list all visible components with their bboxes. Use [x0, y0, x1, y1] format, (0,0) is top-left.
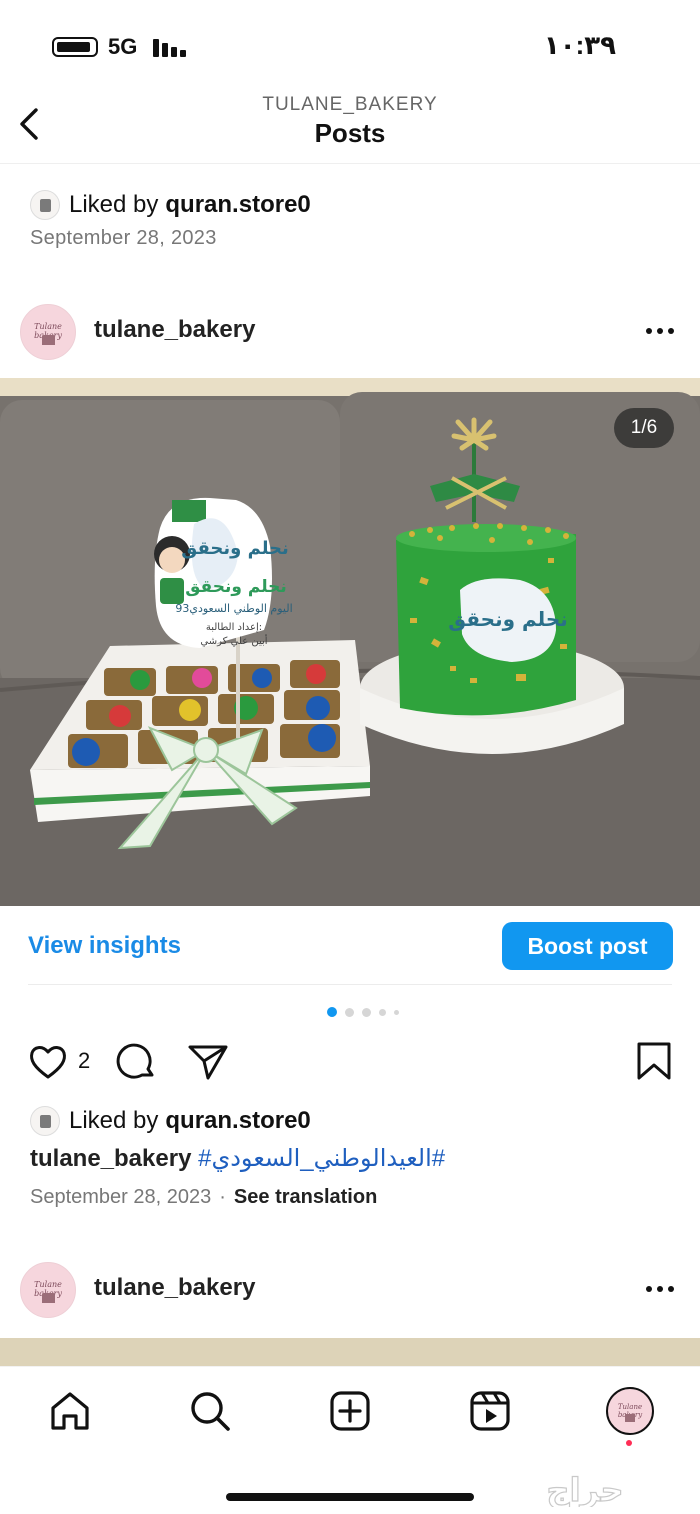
liked-by-user[interactable]: quran.store0: [165, 191, 310, 219]
liker-avatar[interactable]: [30, 1106, 60, 1136]
liked-by[interactable]: Liked by quran.store0: [30, 1104, 311, 1138]
sign-credit-text-2: أبين علي كرشي: [200, 634, 267, 647]
carousel-dot: [394, 1009, 399, 1015]
next-post-username[interactable]: tulane_bakery: [94, 1274, 255, 1302]
avatar[interactable]: Tulane bakery: [20, 1262, 76, 1318]
save-icon[interactable]: [632, 1040, 676, 1084]
liked-by-user[interactable]: quran.store0: [165, 1107, 310, 1135]
sign-line-text: اليوم الوطني السعودي93: [175, 602, 292, 615]
network-type: 5G: [108, 34, 138, 59]
liker-avatar[interactable]: [30, 190, 60, 220]
create-post-icon[interactable]: [328, 1389, 372, 1433]
heart-icon[interactable]: [26, 1040, 70, 1084]
caption: tulane_bakery #العيدالوطني_السعودي#: [30, 1144, 445, 1173]
caption-hashtag[interactable]: #العيدالوطني_السعودي#: [198, 1145, 445, 1172]
notification-dot: [626, 1440, 632, 1446]
sign-logo-text: نحلم ونحقق: [181, 538, 289, 559]
share-icon[interactable]: [186, 1040, 230, 1084]
carousel-indicator: [0, 1007, 700, 1017]
post-image[interactable]: نحلم ونحقق نحلم ونحقق اليوم الوطني السعو…: [0, 378, 700, 906]
next-post-header: Tulane bakery tulane_bakery: [0, 1258, 700, 1322]
post-username[interactable]: tulane_bakery: [94, 316, 255, 344]
boost-post-button[interactable]: Boost post: [502, 922, 673, 970]
previous-post-liked-by[interactable]: Liked by quran.store0: [30, 188, 311, 222]
profile-avatar-icon[interactable]: Tulane bakery: [606, 1387, 654, 1435]
post-photo-illustration: نحلم ونحقق نحلم ونحقق اليوم الوطني السعو…: [0, 378, 700, 906]
post-header: Tulane bakery tulane_bakery: [0, 300, 700, 364]
home-icon[interactable]: [48, 1389, 92, 1433]
status-bar: 5G ١٠:٣٩: [0, 0, 700, 90]
tab-bar: Tulane bakery حراج: [0, 1366, 700, 1514]
view-insights-link[interactable]: View insights: [28, 932, 181, 960]
carousel-dot: [379, 1008, 386, 1016]
watermark-text: حراج: [547, 1473, 624, 1507]
post-actions: 2: [0, 1040, 700, 1084]
liked-by-prefix: Liked by: [69, 191, 159, 218]
clock: ١٠:٣٩: [543, 30, 616, 60]
sign-title-text: نحلم ونحقق: [185, 577, 287, 597]
page-title: Posts: [314, 118, 386, 148]
liked-by-prefix: Liked by: [69, 1107, 159, 1134]
post-date-row: September 28, 2023 · See translation: [30, 1186, 377, 1209]
image-counter: 1/6: [614, 408, 674, 448]
more-options-icon[interactable]: [646, 1286, 676, 1294]
cake-logo-text: نحلم ونحقق: [448, 607, 568, 631]
home-indicator: [226, 1493, 474, 1501]
battery-icon: [52, 37, 98, 57]
haraj-watermark: حراج: [546, 1473, 624, 1507]
more-options-icon[interactable]: [646, 328, 676, 336]
date-separator: ·: [219, 1186, 226, 1208]
carousel-dot: [345, 1007, 354, 1017]
next-post-image[interactable]: [0, 1338, 700, 1368]
divider: [28, 984, 672, 985]
previous-post-date: September 28, 2023: [30, 227, 217, 249]
comment-icon[interactable]: [114, 1040, 158, 1084]
caption-username[interactable]: tulane_bakery: [30, 1145, 191, 1172]
sign-credit-text-1: إعداد الطالبة:: [206, 622, 262, 633]
header-username: TULANE_BAKERY: [262, 94, 438, 115]
signal-icon: [153, 37, 189, 57]
post-date: September 28, 2023: [30, 1186, 212, 1208]
carousel-dot: [362, 1007, 371, 1017]
carousel-dot: [327, 1007, 337, 1017]
reels-icon[interactable]: [468, 1389, 512, 1433]
like-count[interactable]: 2: [78, 1048, 90, 1074]
search-icon[interactable]: [188, 1389, 232, 1433]
header: TULANE_BAKERY Posts: [0, 90, 700, 164]
see-translation-link[interactable]: See translation: [234, 1186, 377, 1208]
avatar[interactable]: Tulane bakery: [20, 304, 76, 360]
